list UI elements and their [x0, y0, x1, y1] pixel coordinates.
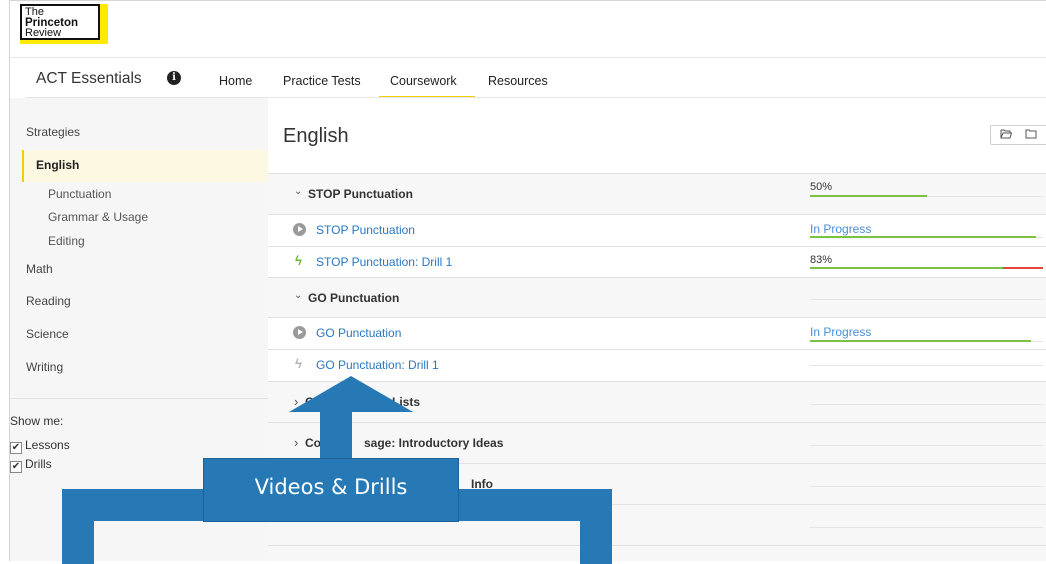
sidebar-item-reading[interactable]: Reading [26, 294, 71, 308]
page-title: English [283, 125, 349, 147]
app-frame: The Princeton Review ACT Essentials i Ho… [9, 0, 1046, 561]
chevron-right-icon: › [294, 435, 299, 450]
progress-status: In Progress [810, 222, 872, 236]
progress-track [810, 527, 1043, 528]
sidebar-subitem-editing[interactable]: Editing [48, 234, 85, 248]
group-label: STOP Punctuation [308, 187, 413, 201]
sidebar-item-math[interactable]: Math [26, 262, 53, 276]
sidebar-item-english-label: English [36, 158, 80, 172]
lesson-row-go-punctuation[interactable]: GO Punctuation [268, 317, 1046, 349]
callout-bracket-right-leg [580, 489, 612, 564]
sidebar-subitem-grammar-usage[interactable]: Grammar & Usage [48, 210, 148, 224]
show-me-label: Show me: [10, 414, 64, 428]
drill-row-stop-punctuation-drill-1[interactable]: ϟ STOP Punctuation: Drill 1 [268, 246, 1046, 277]
drills-check-icon: ✔ [10, 461, 22, 473]
drill-link[interactable]: GO Punctuation: Drill 1 [316, 358, 439, 372]
logo-wordmark: The Princeton Review [20, 4, 100, 40]
progress-fill-correct [810, 267, 1003, 269]
callout-label-box: Videos & Drills [203, 458, 459, 522]
nav-resources[interactable]: Resources [488, 74, 548, 88]
lessons-check-icon: ✔ [10, 442, 22, 454]
logo-line-1: The [25, 6, 44, 18]
sidebar-item-science[interactable]: Science [26, 327, 69, 341]
lesson-link[interactable]: STOP Punctuation [316, 223, 415, 237]
group-row-stop-punctuation[interactable]: ⌄ STOP Punctuation [268, 173, 1046, 214]
lightning-bolt-icon: ϟ [295, 356, 302, 371]
sidebar-subitem-punctuation[interactable]: Punctuation [48, 187, 111, 201]
play-icon [293, 223, 306, 236]
course-title: ACT Essentials [36, 70, 142, 87]
progress-status: In Progress [810, 325, 872, 339]
sidebar-item-strategies[interactable]: Strategies [26, 125, 80, 139]
view-toggle-group [990, 125, 1046, 145]
progress-fill [810, 236, 1036, 238]
progress-track [810, 299, 1043, 300]
lightning-bolt-icon: ϟ [295, 253, 302, 268]
princeton-review-logo[interactable]: The Princeton Review [20, 4, 108, 44]
progress-fill [810, 195, 927, 197]
group-label: sage: Introductory Ideas [364, 436, 504, 450]
group-row-collapsed-introductory-ideas[interactable]: › Co sage: Introductory Ideas [268, 422, 1046, 463]
drill-link[interactable]: STOP Punctuation: Drill 1 [316, 255, 452, 269]
sidebar-item-english[interactable]: English [22, 150, 268, 182]
progress-track [810, 404, 1043, 405]
progress-track [810, 445, 1043, 446]
group-label-prefix: Co [305, 436, 321, 450]
sidebar-divider [10, 398, 268, 399]
group-row-go-punctuation[interactable]: ⌄ GO Punctuation [268, 277, 1046, 317]
sidebar-item-writing[interactable]: Writing [26, 360, 63, 374]
lesson-link[interactable]: GO Punctuation [316, 326, 401, 340]
group-row-collapsed-hidden-2[interactable] [268, 545, 1046, 561]
info-icon[interactable]: i [167, 71, 181, 85]
logo-line-3: Review [25, 27, 62, 39]
progress-text: 83% [810, 254, 833, 266]
chevron-down-icon: ⌄ [294, 290, 303, 301]
drills-checkbox[interactable]: ✔ Drills [10, 457, 52, 473]
nav-coursework[interactable]: Coursework [390, 74, 457, 88]
callout-arrow-head [289, 376, 413, 412]
nav-practice-tests[interactable]: Practice Tests [283, 74, 361, 88]
nav-home[interactable]: Home [219, 74, 252, 88]
progress-text: 50% [810, 181, 833, 193]
lessons-checkbox[interactable]: ✔ Lessons [10, 438, 70, 454]
lessons-label: Lessons [25, 438, 70, 452]
progress-fill [810, 340, 1031, 342]
play-icon [293, 326, 306, 339]
progress-track [810, 486, 1043, 487]
header-divider [10, 57, 1046, 58]
lesson-row-stop-punctuation[interactable]: STOP Punctuation [268, 214, 1046, 246]
progress-fill-incorrect [1003, 267, 1043, 269]
callout-arrow-shaft [320, 410, 352, 460]
drills-label: Drills [25, 457, 52, 471]
folder-open-icon[interactable] [1000, 129, 1013, 142]
callout-label: Videos & Drills [254, 475, 408, 499]
progress-track [810, 365, 1043, 366]
group-label: GO Punctuation [308, 291, 400, 305]
chevron-down-icon: ⌄ [294, 186, 303, 197]
callout-bracket-left-leg [62, 489, 94, 564]
folder-icon[interactable] [1025, 129, 1037, 142]
